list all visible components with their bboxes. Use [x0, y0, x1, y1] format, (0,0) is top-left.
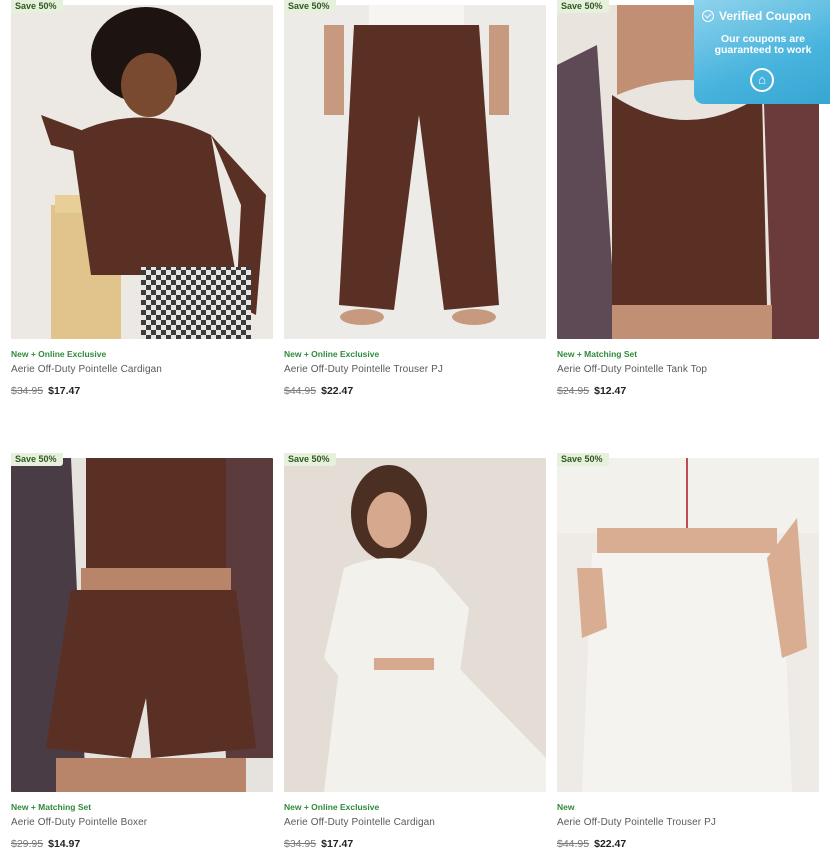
original-price: $34.95 — [11, 385, 44, 397]
coupon-heading: Verified Coupon — [702, 9, 811, 23]
product-name-link[interactable]: Aerie Off-Duty Pointelle Trouser PJ — [557, 817, 716, 828]
product-price: $34.95 $17.47 — [284, 838, 353, 850]
product-tag: New + Matching Set — [11, 802, 92, 812]
original-price: $24.95 — [557, 385, 590, 397]
discount-badge: Save 50% — [11, 0, 63, 13]
sale-price: $22.47 — [594, 838, 627, 850]
discount-badge: Save 50% — [557, 0, 609, 13]
product-tag: New + Online Exclusive — [11, 349, 107, 359]
sale-price: $17.47 — [48, 385, 81, 397]
original-price: $44.95 — [284, 385, 317, 397]
coupon-title: Verified Coupon — [719, 9, 812, 23]
product-price: $44.95 $22.47 — [557, 838, 626, 850]
coupon-logo-icon[interactable]: ⌂ — [750, 68, 774, 92]
verified-coupon-popup[interactable]: Verified Coupon Our coupons are guarante… — [694, 0, 830, 104]
product-grid: Save 50% New + Online Exclusive Aerie Of… — [0, 0, 830, 856]
product-tag: New + Online Exclusive — [284, 349, 380, 359]
check-badge-icon — [702, 10, 714, 22]
original-price: $34.95 — [284, 838, 317, 850]
product-tag: New — [557, 802, 575, 812]
product-tag: New + Online Exclusive — [284, 802, 380, 812]
product-price: $44.95 $22.47 — [284, 385, 353, 397]
original-price: $29.95 — [11, 838, 44, 850]
product-price: $34.95 $17.47 — [11, 385, 80, 397]
discount-badge: Save 50% — [11, 453, 63, 466]
product-image[interactable] — [11, 458, 273, 792]
product-name-link[interactable]: Aerie Off-Duty Pointelle Cardigan — [11, 364, 162, 375]
product-name-link[interactable]: Aerie Off-Duty Pointelle Boxer — [11, 817, 147, 828]
discount-badge: Save 50% — [284, 0, 336, 13]
discount-badge: Save 50% — [284, 453, 336, 466]
product-image[interactable] — [557, 458, 819, 792]
product-name-link[interactable]: Aerie Off-Duty Pointelle Tank Top — [557, 364, 707, 375]
coupon-subtitle: Our coupons are guaranteed to work — [714, 33, 812, 56]
product-price: $24.95 $12.47 — [557, 385, 626, 397]
product-name-link[interactable]: Aerie Off-Duty Pointelle Trouser PJ — [284, 364, 443, 375]
discount-badge: Save 50% — [557, 453, 609, 466]
sale-price: $22.47 — [321, 385, 354, 397]
product-price: $29.95 $14.97 — [11, 838, 80, 850]
product-image[interactable] — [284, 458, 546, 792]
original-price: $44.95 — [557, 838, 590, 850]
sale-price: $17.47 — [321, 838, 354, 850]
product-image[interactable] — [11, 5, 273, 339]
sale-price: $14.97 — [48, 838, 81, 850]
product-name-link[interactable]: Aerie Off-Duty Pointelle Cardigan — [284, 817, 435, 828]
product-tag: New + Matching Set — [557, 349, 638, 359]
product-image[interactable] — [284, 5, 546, 339]
sale-price: $12.47 — [594, 385, 627, 397]
